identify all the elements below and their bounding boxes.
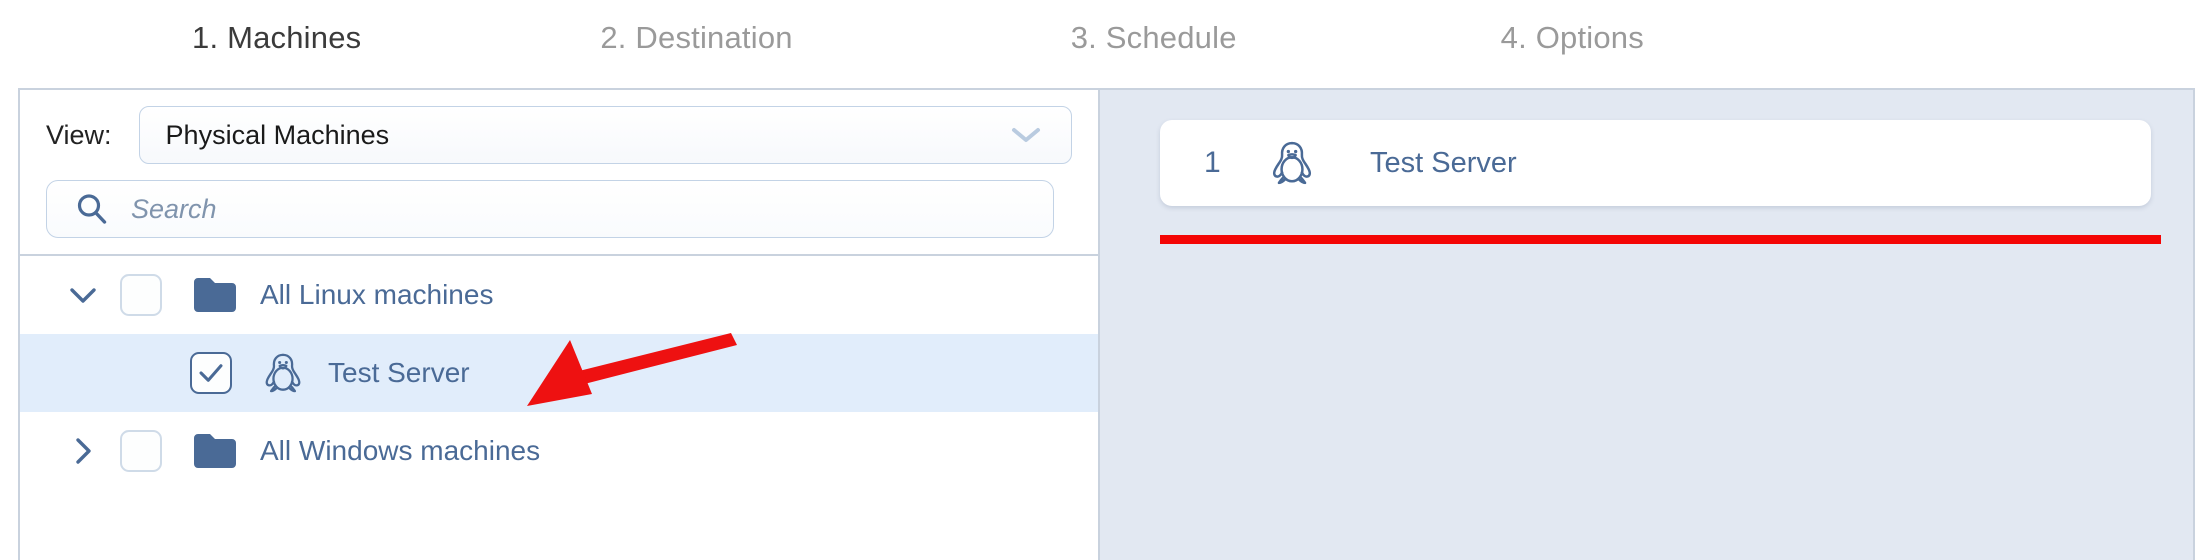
- wizard-content: View: Physical Machines Search All Linux…: [18, 88, 2195, 560]
- tab-machines[interactable]: 1. Machines: [192, 20, 361, 56]
- tree-row[interactable]: All Windows machines: [20, 412, 1098, 490]
- selected-machine-item[interactable]: 1 Test Server: [1160, 120, 2151, 206]
- search-input[interactable]: [131, 193, 1035, 225]
- folder-icon: [194, 434, 236, 468]
- tree-row[interactable]: All Linux machines: [20, 256, 1098, 334]
- filters-area: View: Physical Machines: [20, 90, 1098, 256]
- view-label: View:: [46, 119, 112, 150]
- chevron-down-icon: [1012, 128, 1040, 142]
- wizard-step-tabs: 1. Machines 2. Destination 3. Schedule 4…: [0, 0, 2210, 76]
- view-select-value: Physical Machines: [165, 119, 390, 150]
- checkmark-icon: [199, 364, 223, 382]
- folder-icon: [194, 278, 236, 312]
- chevron-down-icon[interactable]: [66, 278, 100, 312]
- tree-row-label: Test Server: [328, 357, 470, 388]
- tree-row-checkbox[interactable]: [120, 430, 162, 472]
- selected-machines-pane: 1 Test Server: [1100, 90, 2193, 560]
- penguin-icon: [1272, 141, 1312, 185]
- machine-tree: All Linux machines Test Server All Windo…: [20, 256, 1098, 490]
- view-row: View: Physical Machines: [46, 104, 1072, 166]
- machines-pane: View: Physical Machines Search All Linux…: [20, 90, 1100, 560]
- tree-row-checkbox[interactable]: [120, 274, 162, 316]
- tree-row-checkbox[interactable]: [190, 352, 232, 394]
- search-icon: [77, 194, 107, 224]
- chevron-right-icon[interactable]: [66, 434, 100, 468]
- tree-row[interactable]: Test Server: [20, 334, 1098, 412]
- tab-options[interactable]: 4. Options: [1501, 20, 1644, 56]
- penguin-icon: [265, 353, 301, 393]
- selected-machine-index: 1: [1204, 146, 1221, 179]
- view-select[interactable]: Physical Machines: [138, 106, 1072, 164]
- red-underline-annotation: [1160, 235, 2161, 244]
- tree-row-label: All Windows machines: [260, 435, 541, 466]
- tab-destination[interactable]: 2. Destination: [600, 20, 792, 56]
- tree-row-label: All Linux machines: [260, 279, 494, 310]
- selected-machine-name: Test Server: [1370, 146, 1517, 179]
- tab-schedule[interactable]: 3. Schedule: [1071, 20, 1237, 56]
- search-box[interactable]: [46, 180, 1054, 238]
